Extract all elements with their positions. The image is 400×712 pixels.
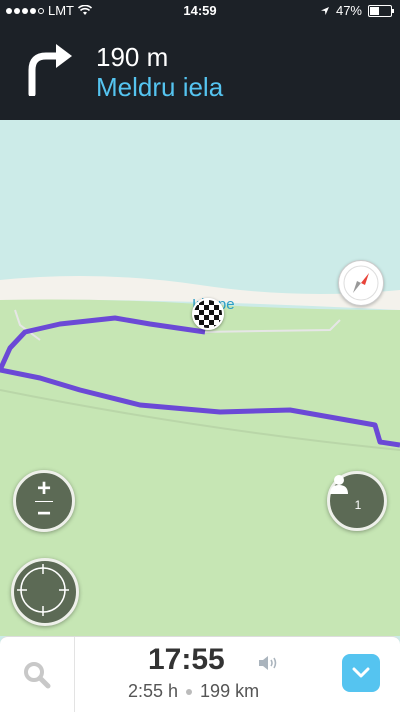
checkered-flag-icon[interactable] (192, 298, 224, 330)
nearby-users-button[interactable]: 1 (327, 471, 387, 531)
users-count: 1 (354, 498, 362, 512)
search-icon (24, 661, 51, 688)
expand-button[interactable] (342, 654, 380, 692)
recenter-button[interactable] (11, 558, 79, 626)
search-button[interactable] (0, 637, 75, 712)
speaker-icon[interactable] (258, 655, 280, 671)
street-name: Meldru iela (96, 72, 224, 102)
separator-dot (186, 688, 193, 695)
user-icon (330, 475, 348, 494)
turn-distance: 190 m (96, 42, 169, 72)
crosshair-icon (17, 564, 69, 616)
map-view[interactable]: Irbupe + − 1 (0, 120, 400, 636)
turn-instruction-panel[interactable]: 190 m Meldru iela (0, 22, 400, 120)
trip-info: 2:55 h 199 km (128, 681, 259, 702)
trip-summary-bar[interactable]: 17:55 2:55 h 199 km (0, 636, 400, 712)
zoom-control[interactable]: + − (13, 470, 75, 532)
trip-duration: 2:55 h (128, 681, 179, 701)
status-bar: LMT 14:59 47% (0, 0, 400, 22)
compass-icon[interactable] (338, 260, 384, 306)
battery-icon (368, 4, 394, 17)
trip-distance: 199 km (200, 681, 260, 701)
battery-percent: 47% (335, 3, 362, 18)
arrival-time: 17:55 (148, 643, 225, 676)
zoom-out-button[interactable]: − (37, 501, 51, 525)
zoom-in-button[interactable]: + (37, 476, 51, 500)
map-canvas (0, 120, 400, 636)
turn-right-icon (28, 44, 72, 96)
location-arrow-icon (320, 6, 329, 15)
chevron-down-icon (352, 667, 370, 678)
